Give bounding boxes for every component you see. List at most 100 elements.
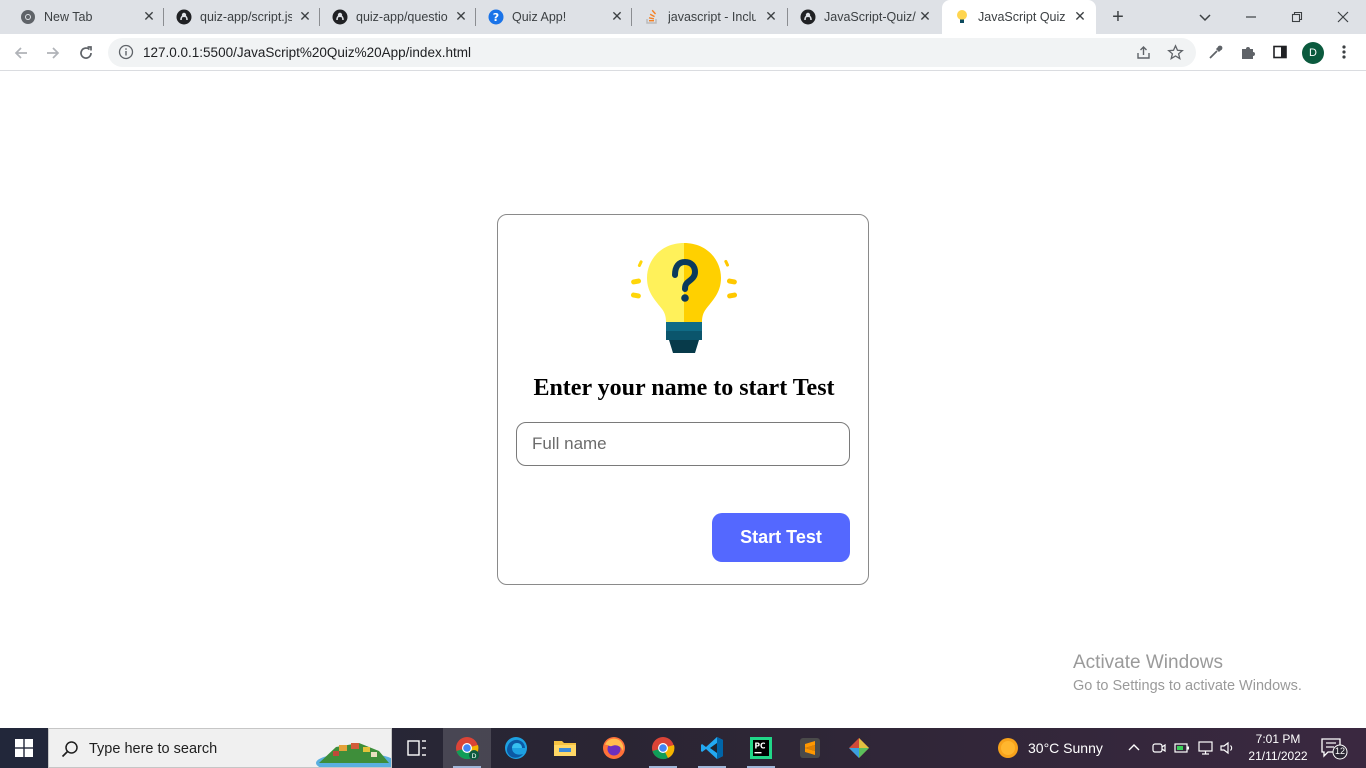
close-tab-icon[interactable]: ✕	[453, 8, 469, 24]
page-title: Enter your name to start Test	[533, 375, 835, 401]
git-icon	[849, 738, 869, 758]
search-placeholder: Type here to search	[89, 741, 218, 757]
chevron-down-icon	[1199, 14, 1211, 22]
close-tab-icon[interactable]: ✕	[141, 8, 157, 24]
restore-button[interactable]	[1274, 0, 1320, 34]
github-icon	[176, 9, 192, 25]
notification-count: 12	[1334, 746, 1345, 756]
info-icon[interactable]	[118, 44, 134, 60]
lightbulb-icon	[957, 10, 967, 23]
tab-title: quiz-app/script.js	[200, 10, 292, 24]
full-name-input[interactable]	[516, 422, 850, 466]
url-text[interactable]: 127.0.0.1:5500/JavaScript%20Quiz%20App/i…	[143, 45, 471, 60]
tray-meet-now[interactable]	[1152, 728, 1166, 768]
taskbar-sublime[interactable]	[786, 728, 834, 768]
clock-time: 7:01 PM	[1255, 732, 1301, 746]
clock-date: 21/11/2022	[1248, 749, 1308, 763]
stackoverflow-icon	[646, 9, 657, 24]
reload-icon	[80, 46, 92, 59]
tray-network[interactable]	[1198, 728, 1214, 768]
start-button[interactable]	[0, 728, 48, 768]
system-clock[interactable]: 7:01 PM 21/11/2022	[1240, 731, 1316, 765]
share-icon[interactable]	[1135, 44, 1152, 61]
taskbar-git-gui[interactable]	[835, 728, 883, 768]
tab-title: JavaScript-Quiz/	[824, 10, 916, 24]
forward-button[interactable]	[41, 41, 65, 65]
taskbar-firefox[interactable]	[590, 728, 638, 768]
windows-logo-icon	[15, 739, 33, 757]
page-content: Enter your name to start Test Start Test…	[0, 72, 1366, 728]
profile-avatar[interactable]: D	[1302, 42, 1324, 64]
back-button[interactable]	[9, 41, 33, 65]
minimize-button[interactable]	[1228, 0, 1274, 34]
close-tab-icon[interactable]: ✕	[917, 8, 933, 24]
network-icon	[1198, 741, 1213, 755]
sublime-text-icon	[800, 738, 820, 758]
close-tab-icon[interactable]: ✕	[1072, 8, 1088, 24]
tab-quiz-app-questions[interactable]: quiz-app/questions ✕	[320, 0, 476, 34]
tab-strip: New Tab ✕ quiz-app/script.js ✕ quiz-app/…	[0, 0, 1366, 34]
close-window-button[interactable]	[1320, 0, 1366, 34]
browser-menu-button[interactable]	[1334, 42, 1354, 62]
task-view-icon	[407, 740, 426, 756]
taskbar-search[interactable]: Type here to search	[48, 728, 392, 768]
tab-new-tab[interactable]: New Tab ✕	[8, 0, 164, 34]
github-icon	[800, 9, 816, 25]
browser-toolbar: 127.0.0.1:5500/JavaScript%20Quiz%20App/i…	[0, 34, 1366, 71]
arrow-right-icon	[47, 47, 60, 59]
tab-title: javascript - Include	[668, 10, 756, 24]
start-test-button[interactable]: Start Test	[712, 513, 850, 562]
tab-javascript-quiz[interactable]: JavaScript Quiz ✕	[942, 0, 1096, 34]
show-hidden-icons-button[interactable]	[1128, 728, 1140, 768]
weather-widget[interactable]: 30°C Sunny	[997, 728, 1103, 768]
tab-title: JavaScript Quiz	[978, 10, 1066, 24]
svg-text:D: D	[471, 752, 476, 760]
arrow-left-icon	[14, 47, 27, 59]
chrome-icon: D	[456, 737, 479, 760]
search-highlight-illustration-icon	[316, 743, 391, 767]
taskbar-edge[interactable]	[492, 728, 540, 768]
taskbar-pycharm[interactable]: PC	[737, 728, 785, 768]
sun-icon	[998, 738, 1018, 758]
taskbar-chrome-profile[interactable]: D	[443, 728, 491, 768]
taskbar-chrome[interactable]	[639, 728, 687, 768]
tray-volume[interactable]	[1220, 728, 1236, 768]
tray-battery[interactable]	[1174, 728, 1190, 768]
new-tab-button[interactable]: +	[1106, 6, 1130, 28]
reload-button[interactable]	[74, 41, 98, 65]
chrome-icon	[652, 737, 675, 760]
notification-center-button[interactable]: 12	[1320, 736, 1348, 760]
watermark-subtitle: Go to Settings to activate Windows.	[1073, 678, 1302, 694]
chevron-up-icon	[1128, 744, 1140, 751]
tab-quiz-app-script[interactable]: quiz-app/script.js ✕	[164, 0, 320, 34]
svg-text:PC: PC	[755, 742, 766, 751]
taskbar-file-explorer[interactable]	[541, 728, 589, 768]
address-bar[interactable]: 127.0.0.1:5500/JavaScript%20Quiz%20App/i…	[108, 38, 1196, 67]
start-card: Enter your name to start Test Start Test	[497, 214, 869, 585]
tab-quiz-app[interactable]: ? Quiz App! ✕	[476, 0, 632, 34]
tab-search-button[interactable]	[1182, 0, 1228, 34]
task-view-button[interactable]	[393, 728, 441, 768]
question-icon: ?	[488, 9, 504, 25]
side-panel-icon	[1273, 45, 1287, 59]
close-tab-icon[interactable]: ✕	[297, 8, 313, 24]
side-panel-button[interactable]	[1270, 42, 1290, 62]
extensions-button[interactable]	[1238, 42, 1258, 62]
tab-title: Quiz App!	[512, 10, 567, 24]
svg-text:?: ?	[493, 11, 499, 24]
close-tab-icon[interactable]: ✕	[609, 8, 625, 24]
bookmark-star-icon[interactable]	[1167, 44, 1184, 61]
eyedropper-extension-button[interactable]	[1206, 42, 1226, 62]
eyedropper-icon	[1209, 45, 1223, 59]
tab-javascript-quiz-github[interactable]: JavaScript-Quiz/ ✕	[788, 0, 940, 34]
tab-stackoverflow[interactable]: javascript - Include ✕	[632, 0, 788, 34]
pycharm-icon: PC	[750, 737, 772, 759]
windows-taskbar: Type here to search D PC 30°C Sunny 7:01…	[0, 728, 1366, 768]
camera-icon	[1152, 743, 1166, 753]
restore-icon	[1291, 11, 1303, 23]
battery-icon	[1174, 743, 1189, 753]
taskbar-vscode[interactable]	[688, 728, 736, 768]
folder-icon	[554, 741, 576, 756]
more-vertical-icon	[1342, 45, 1346, 59]
close-tab-icon[interactable]: ✕	[763, 8, 779, 24]
